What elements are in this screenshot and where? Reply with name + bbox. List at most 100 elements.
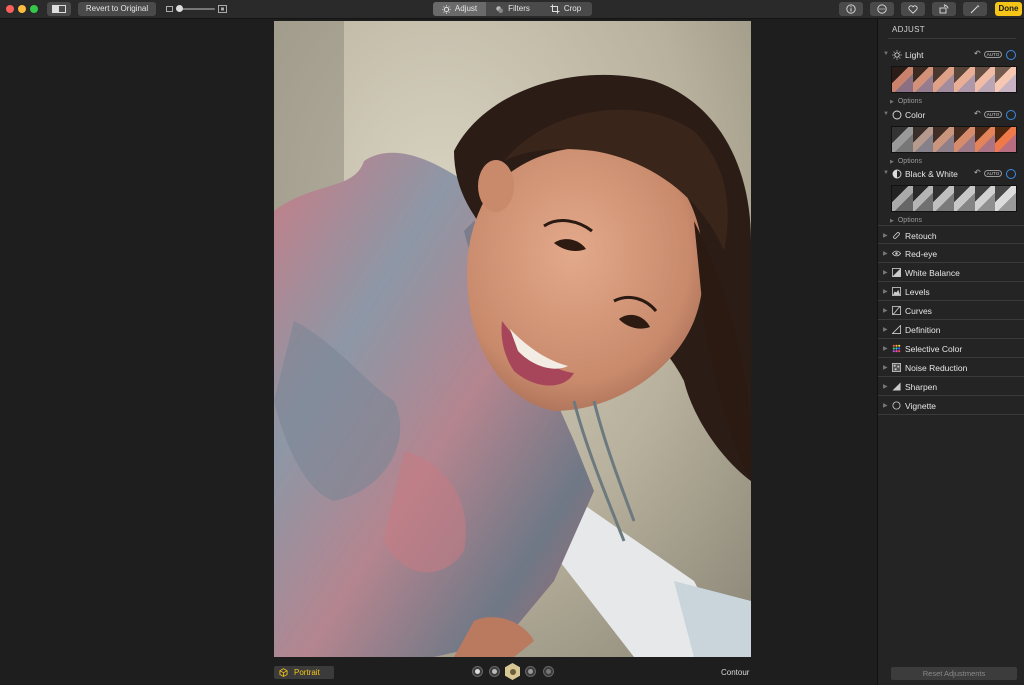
color-thumbnail[interactable] bbox=[933, 127, 955, 152]
stage-light-button[interactable] bbox=[525, 666, 536, 677]
sidebar-title-divider bbox=[888, 38, 1016, 39]
undo-icon[interactable]: ↶ bbox=[974, 168, 981, 177]
auto-button[interactable]: AUTO bbox=[984, 170, 1002, 177]
zoom-slider[interactable] bbox=[176, 5, 215, 12]
bw-thumbnail[interactable] bbox=[954, 186, 975, 211]
section-color-header[interactable]: ▼ Color ↶ AUTO bbox=[878, 107, 1024, 123]
disclosure-triangle-icon[interactable]: ▼ bbox=[883, 111, 889, 117]
contour-light-button[interactable] bbox=[505, 663, 520, 680]
compare-button[interactable] bbox=[47, 2, 71, 16]
close-window-button[interactable] bbox=[6, 5, 14, 13]
disclosure-triangle-icon[interactable]: ▶ bbox=[883, 383, 888, 390]
auto-button[interactable]: AUTO bbox=[984, 51, 1002, 58]
natural-light-button[interactable] bbox=[472, 666, 483, 677]
black-white-options[interactable]: ▶ Options bbox=[890, 217, 922, 224]
disclosure-triangle-icon[interactable]: ▶ bbox=[883, 364, 888, 371]
light-options[interactable]: ▶ Options bbox=[890, 98, 922, 105]
photo-canvas[interactable] bbox=[274, 21, 751, 657]
tool-levels[interactable]: ▶ Levels bbox=[878, 282, 1024, 301]
section-light-header[interactable]: ▼ Light ↶ AUTO bbox=[878, 47, 1024, 63]
zoom-slider-thumb[interactable] bbox=[176, 5, 183, 12]
tool-definition[interactable]: ▶ Definition bbox=[878, 320, 1024, 339]
sharpen-icon bbox=[892, 382, 901, 391]
disclosure-triangle-icon[interactable]: ▶ bbox=[883, 232, 888, 239]
done-button[interactable]: Done bbox=[995, 2, 1022, 16]
lighting-effect-label: Contour bbox=[721, 668, 750, 677]
bw-thumbnail[interactable] bbox=[995, 186, 1017, 211]
bw-thumbnail[interactable] bbox=[892, 186, 913, 211]
reset-adjustments-button[interactable]: Reset Adjustments bbox=[891, 667, 1017, 680]
tool-red-eye-label: Red-eye bbox=[905, 249, 938, 259]
rotate-button[interactable] bbox=[932, 2, 956, 16]
disclosure-triangle-icon[interactable]: ▶ bbox=[883, 345, 888, 352]
undo-icon[interactable]: ↶ bbox=[974, 49, 981, 58]
disclosure-triangle-icon[interactable]: ▶ bbox=[883, 307, 888, 314]
color-options-label: Options bbox=[897, 158, 922, 165]
minimize-window-button[interactable] bbox=[18, 5, 26, 13]
color-thumbnail[interactable] bbox=[995, 127, 1017, 152]
portrait-label: Portrait bbox=[294, 668, 320, 677]
disclosure-triangle-icon[interactable]: ▼ bbox=[883, 170, 889, 176]
light-thumbnail[interactable] bbox=[974, 67, 996, 92]
info-button[interactable] bbox=[839, 2, 863, 16]
light-thumbnail[interactable] bbox=[995, 67, 1017, 92]
light-options-label: Options bbox=[897, 98, 922, 105]
black-white-thumbnail-strip[interactable] bbox=[891, 185, 1017, 212]
tab-crop[interactable]: Crop bbox=[539, 2, 592, 16]
disclosure-triangle-icon[interactable]: ▶ bbox=[883, 269, 888, 276]
disclosure-triangle-icon[interactable]: ▼ bbox=[883, 51, 889, 57]
color-thumbnail[interactable] bbox=[974, 127, 996, 152]
section-black-white-header[interactable]: ▼ Black & White ↶ AUTO bbox=[878, 166, 1024, 182]
tool-curves[interactable]: ▶ Curves bbox=[878, 301, 1024, 320]
eye-icon bbox=[892, 250, 901, 257]
tab-filters-label: Filters bbox=[508, 4, 530, 13]
tool-vignette[interactable]: ▶ Vignette bbox=[878, 396, 1024, 415]
color-options[interactable]: ▶ Options bbox=[890, 158, 922, 165]
portrait-button[interactable]: Portrait bbox=[274, 666, 334, 679]
tab-filters[interactable]: Filters bbox=[486, 2, 539, 16]
color-thumbnail[interactable] bbox=[892, 127, 913, 152]
bw-thumbnail[interactable] bbox=[933, 186, 955, 211]
enhance-button[interactable] bbox=[963, 2, 987, 16]
disclosure-triangle-icon[interactable]: ▶ bbox=[883, 402, 888, 409]
light-thumbnail[interactable] bbox=[912, 67, 934, 92]
rotate-icon bbox=[939, 4, 948, 14]
bw-thumbnail[interactable] bbox=[974, 186, 996, 211]
selective-color-icon bbox=[892, 344, 901, 353]
disclosure-triangle-icon[interactable]: ▶ bbox=[883, 288, 888, 295]
tool-noise-reduction[interactable]: ▶ Noise Reduction bbox=[878, 358, 1024, 377]
light-thumbnail[interactable] bbox=[892, 67, 913, 92]
light-thumbnail[interactable] bbox=[933, 67, 955, 92]
color-thumbnail-strip[interactable] bbox=[891, 126, 1017, 153]
zoom-window-button[interactable] bbox=[30, 5, 38, 13]
light-thumbnail[interactable] bbox=[954, 67, 975, 92]
enable-toggle[interactable] bbox=[1006, 169, 1016, 179]
tab-adjust[interactable]: Adjust bbox=[433, 2, 486, 16]
bw-thumbnail[interactable] bbox=[912, 186, 934, 211]
enable-toggle[interactable] bbox=[1006, 110, 1016, 120]
studio-light-button[interactable] bbox=[489, 666, 500, 677]
stage-light-icon bbox=[528, 669, 533, 674]
disclosure-triangle-icon[interactable]: ▶ bbox=[883, 250, 888, 257]
tool-retouch[interactable]: ▶ Retouch bbox=[878, 225, 1024, 244]
disclosure-triangle-icon[interactable]: ▶ bbox=[883, 326, 888, 333]
tool-selective-color-label: Selective Color bbox=[905, 344, 963, 354]
more-button[interactable] bbox=[870, 2, 894, 16]
color-thumbnail[interactable] bbox=[954, 127, 975, 152]
favorite-button[interactable] bbox=[901, 2, 925, 16]
levels-icon bbox=[892, 287, 901, 296]
tool-selective-color[interactable]: ▶ Selective Color bbox=[878, 339, 1024, 358]
tool-white-balance[interactable]: ▶ White Balance bbox=[878, 263, 1024, 282]
adjust-sidebar: ADJUST ▼ Light ↶ AUTO ▶ Options ▼ Color ↶… bbox=[877, 19, 1024, 685]
tool-red-eye[interactable]: ▶ Red-eye bbox=[878, 244, 1024, 263]
auto-button[interactable]: AUTO bbox=[984, 111, 1002, 118]
heart-icon bbox=[908, 4, 918, 14]
bandage-icon bbox=[893, 232, 900, 239]
revert-to-original-button[interactable]: Revert to Original bbox=[78, 2, 156, 16]
stage-light-mono-button[interactable] bbox=[543, 666, 554, 677]
enable-toggle[interactable] bbox=[1006, 50, 1016, 60]
tool-sharpen[interactable]: ▶ Sharpen bbox=[878, 377, 1024, 396]
light-thumbnail-strip[interactable] bbox=[891, 66, 1017, 93]
color-thumbnail[interactable] bbox=[912, 127, 934, 152]
undo-icon[interactable]: ↶ bbox=[974, 109, 981, 118]
